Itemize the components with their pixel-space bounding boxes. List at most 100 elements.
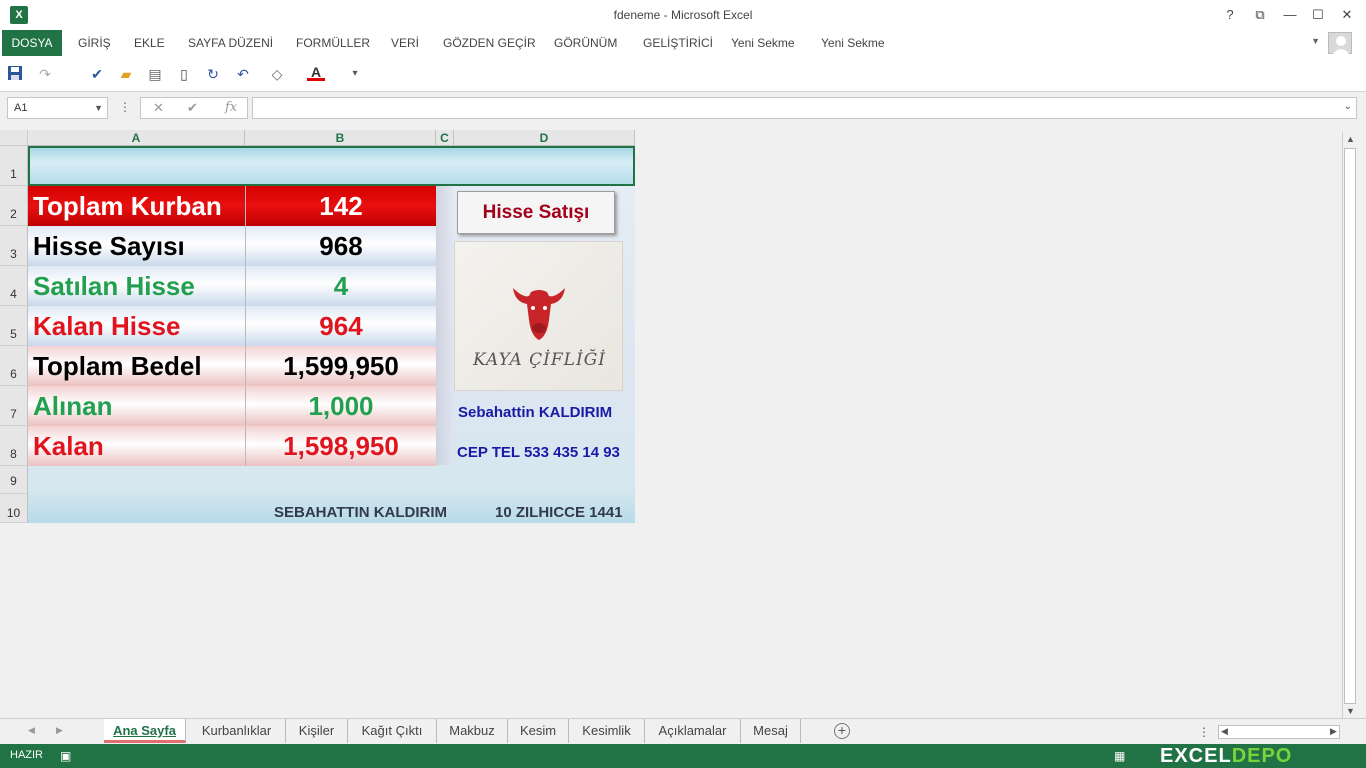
- minimize-button[interactable]: —: [1276, 4, 1304, 26]
- column-header-b[interactable]: B: [245, 130, 436, 146]
- value-satilan-hisse[interactable]: 4: [245, 266, 436, 306]
- value-hisse-sayisi[interactable]: 968: [245, 226, 436, 266]
- sheet-tab-kurbanliklar[interactable]: Kurbanlıklar: [188, 719, 286, 743]
- hisse-satisi-button[interactable]: Hisse Satışı: [457, 191, 615, 234]
- row-header-8[interactable]: 8: [0, 426, 28, 466]
- insert-function-icon[interactable]: fx: [225, 100, 237, 115]
- tab-review[interactable]: GÖZDEN GEÇİR: [443, 30, 536, 56]
- tab-insert[interactable]: EKLE: [134, 30, 165, 56]
- refresh-icon[interactable]: ↻: [204, 65, 222, 83]
- footer-date[interactable]: 10 ZILHICCE 1441: [495, 504, 623, 521]
- next-sheet-icon[interactable]: ▶: [56, 725, 63, 736]
- expand-formula-icon[interactable]: ⌄: [1344, 101, 1352, 112]
- close-button[interactable]: ✕: [1333, 4, 1361, 26]
- row-header-7[interactable]: 7: [0, 386, 28, 426]
- row-header-5[interactable]: 5: [0, 306, 28, 346]
- formula-input[interactable]: ⌄: [252, 97, 1357, 119]
- label-kalan-hisse[interactable]: Kalan Hisse: [28, 306, 245, 346]
- user-avatar-icon[interactable]: [1328, 32, 1352, 55]
- scroll-down-icon[interactable]: ▼: [1346, 706, 1355, 716]
- prev-sheet-icon[interactable]: ◀: [28, 725, 35, 736]
- print-preview-icon[interactable]: ▤: [146, 65, 164, 83]
- row-header-2[interactable]: 2: [0, 186, 28, 226]
- add-sheet-icon[interactable]: +: [834, 723, 850, 739]
- value-toplam-bedel[interactable]: 1,599,950: [245, 346, 436, 386]
- maximize-button[interactable]: ☐: [1304, 4, 1332, 26]
- value-alinan[interactable]: 1,000: [245, 386, 436, 426]
- contact-name[interactable]: Sebahattin KALDIRIM: [458, 404, 612, 421]
- tab-file[interactable]: DOSYA: [2, 30, 62, 56]
- sheet-tab-kisiler[interactable]: Kişiler: [286, 719, 348, 743]
- window-title: fdeneme - Microsoft Excel: [613, 8, 753, 22]
- tab-data[interactable]: VERİ: [391, 30, 419, 56]
- vertical-scroll-thumb[interactable]: [1344, 148, 1356, 704]
- tab-home[interactable]: GİRİŞ: [78, 30, 111, 56]
- sheet-tab-ana-sayfa[interactable]: Ana Sayfa: [104, 719, 186, 743]
- label-toplam-kurban[interactable]: Toplam Kurban: [28, 186, 245, 226]
- row-header-6[interactable]: 6: [0, 346, 28, 386]
- label-kalan[interactable]: Kalan: [28, 426, 245, 466]
- sheet-tab-kagit-cikti[interactable]: Kağıt Çıktı: [348, 719, 437, 743]
- row-header-1[interactable]: 1: [0, 146, 28, 186]
- sheet-tab-aciklamalar[interactable]: Açıklamalar: [645, 719, 741, 743]
- contact-phone[interactable]: CEP TEL 533 435 14 93: [457, 444, 620, 461]
- sheet-tab-kesimlik[interactable]: Kesimlik: [569, 719, 645, 743]
- ribbon-display-button[interactable]: ⧉: [1246, 4, 1274, 26]
- more-icon[interactable]: ⋮: [1198, 725, 1210, 739]
- row-header-3[interactable]: 3: [0, 226, 28, 266]
- ribbon-tabs: DOSYA GİRİŞ EKLE SAYFA DÜZENİ FORMÜLLER …: [0, 30, 1366, 56]
- formula-buttons: ✕ ✔ fx: [140, 97, 248, 119]
- sheet-tab-makbuz[interactable]: Makbuz: [437, 719, 508, 743]
- open-folder-icon[interactable]: ▰: [117, 65, 135, 83]
- select-all-corner[interactable]: [0, 130, 28, 146]
- column-header-d[interactable]: D: [454, 130, 635, 146]
- cancel-icon[interactable]: ✕: [153, 100, 164, 116]
- kaya-ciftligi-logo[interactable]: KAYA ÇİFLİĞİ: [454, 241, 623, 391]
- value-kalan[interactable]: 1,598,950: [245, 426, 436, 466]
- new-document-icon[interactable]: ▯: [175, 65, 193, 83]
- normal-view-icon[interactable]: ▦: [1114, 749, 1125, 763]
- value-kalan-hisse[interactable]: 964: [245, 306, 436, 346]
- tab-new-1[interactable]: Yeni Sekme: [731, 30, 795, 56]
- label-toplam-bedel[interactable]: Toplam Bedel: [28, 346, 245, 386]
- selected-cell-a1[interactable]: [28, 146, 635, 186]
- customize-qat-icon[interactable]: ▾: [346, 65, 364, 83]
- scroll-up-icon[interactable]: ▲: [1346, 134, 1355, 144]
- label-satilan-hisse[interactable]: Satılan Hisse: [28, 266, 245, 306]
- label-hisse-sayisi[interactable]: Hisse Sayısı: [28, 226, 245, 266]
- enter-icon[interactable]: ✔: [187, 100, 198, 116]
- row-header-4[interactable]: 4: [0, 266, 28, 306]
- row-header-9[interactable]: 9: [0, 466, 28, 494]
- name-box[interactable]: A1 ▼: [7, 97, 108, 119]
- status-bar: HAZIR ▣ ▦ EXCELDEPO: [0, 744, 1366, 768]
- column-header-c[interactable]: C: [436, 130, 454, 146]
- row-header-10[interactable]: 10: [0, 494, 28, 523]
- macro-record-icon[interactable]: ▣: [60, 749, 71, 763]
- scroll-left-icon[interactable]: ◀: [1221, 726, 1228, 737]
- tab-new-2[interactable]: Yeni Sekme: [821, 30, 885, 56]
- font-color-icon[interactable]: A: [307, 65, 325, 81]
- save-icon[interactable]: [6, 65, 24, 83]
- tab-view[interactable]: GÖRÜNÜM: [554, 30, 617, 56]
- label-alinan[interactable]: Alınan: [28, 386, 245, 426]
- footer-author[interactable]: SEBAHATTIN KALDIRIM: [274, 504, 447, 521]
- tab-formulas[interactable]: FORMÜLLER: [296, 30, 370, 56]
- redo-icon[interactable]: ↷: [36, 65, 54, 83]
- more-icon: ⋮: [119, 100, 131, 114]
- tab-developer[interactable]: GELİŞTİRİCİ: [643, 30, 713, 56]
- chevron-down-icon[interactable]: ▼: [94, 98, 103, 118]
- tab-page-layout[interactable]: SAYFA DÜZENİ: [188, 30, 273, 56]
- scroll-right-icon[interactable]: ▶: [1330, 726, 1337, 737]
- cow-head-icon: [513, 288, 565, 340]
- chevron-down-icon[interactable]: ▼: [1311, 36, 1320, 46]
- undo-icon[interactable]: ↶: [234, 65, 252, 83]
- shapes-icon[interactable]: ◇: [268, 65, 286, 83]
- logo-text: KAYA ÇİFLİĞİ: [472, 350, 606, 370]
- sheet-tab-mesaj[interactable]: Mesaj: [741, 719, 801, 743]
- value-toplam-kurban[interactable]: 142: [245, 186, 436, 226]
- sheet-tab-kesim[interactable]: Kesim: [508, 719, 569, 743]
- help-button[interactable]: ?: [1216, 4, 1244, 26]
- horizontal-scrollbar[interactable]: [1218, 725, 1340, 739]
- column-header-a[interactable]: A: [28, 130, 245, 146]
- spelling-icon[interactable]: ✔: [88, 65, 106, 83]
